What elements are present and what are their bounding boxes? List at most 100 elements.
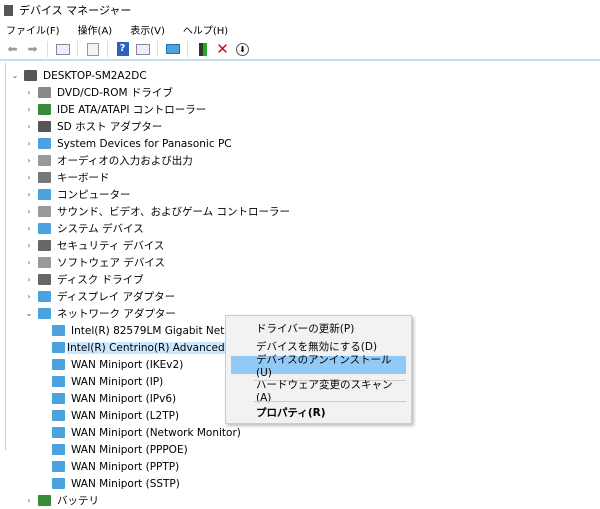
tree-category[interactable]: ⌄ ネットワーク アダプター bbox=[24, 305, 176, 322]
chevron-right-icon[interactable]: › bbox=[24, 190, 34, 199]
device-icon bbox=[38, 291, 51, 302]
network-adapter-item[interactable]: WAN Miniport (IP) bbox=[38, 373, 163, 390]
tree-item-label: ディスプレイ アダプター bbox=[57, 291, 176, 303]
device-icon bbox=[52, 410, 65, 421]
tree-item-label: SD ホスト アダプター bbox=[57, 121, 163, 133]
tree-item-label: WAN Miniport (PPTP) bbox=[71, 460, 180, 473]
chevron-right-icon[interactable]: › bbox=[24, 496, 34, 505]
menu-item-scan-hardware[interactable]: ハードウェア変更のスキャン(A) bbox=[231, 379, 406, 404]
chevron-down-icon[interactable]: ⌄ bbox=[10, 71, 20, 80]
chevron-right-icon[interactable]: › bbox=[24, 173, 34, 182]
network-adapter-item[interactable]: WAN Miniport (Network Monitor) bbox=[38, 424, 241, 441]
forward-icon[interactable]: ➡ bbox=[24, 41, 41, 57]
update-driver-icon[interactable] bbox=[194, 41, 211, 57]
menu-item-properties[interactable]: プロパティ(R) bbox=[231, 403, 406, 421]
device-icon bbox=[38, 104, 51, 115]
action-pane-icon[interactable] bbox=[134, 41, 151, 57]
tree-category[interactable]: › SD ホスト アダプター bbox=[24, 118, 162, 135]
help-icon[interactable]: ? bbox=[114, 41, 131, 57]
device-icon bbox=[38, 87, 51, 98]
tree-category[interactable]: › System Devices for Panasonic PC bbox=[24, 135, 231, 152]
network-adapter-item[interactable]: WAN Miniport (SSTP) bbox=[38, 475, 180, 492]
device-icon bbox=[52, 393, 65, 404]
tree-item-label: IDE ATA/ATAPI コントローラー bbox=[57, 104, 207, 116]
chevron-right-icon[interactable]: › bbox=[24, 241, 34, 250]
chevron-right-icon[interactable]: › bbox=[24, 292, 34, 301]
device-icon bbox=[38, 138, 51, 149]
tree-item-label: サウンド、ビデオ、およびゲーム コントローラー bbox=[57, 206, 290, 218]
tree-root[interactable]: ⌄ DESKTOP-SM2A2DC bbox=[10, 67, 147, 84]
tree-category[interactable]: › オーディオの入力および出力 bbox=[24, 152, 193, 169]
device-icon bbox=[38, 121, 51, 132]
tree-item-label: WAN Miniport (SSTP) bbox=[71, 477, 180, 490]
chevron-right-icon[interactable]: › bbox=[24, 207, 34, 216]
tree-item-label: バッテリ bbox=[57, 495, 99, 507]
device-icon bbox=[38, 223, 51, 234]
network-adapter-item[interactable]: WAN Miniport (IKEv2) bbox=[38, 356, 183, 373]
device-icon bbox=[38, 308, 51, 319]
device-icon bbox=[38, 257, 51, 268]
chevron-right-icon[interactable]: › bbox=[24, 88, 34, 97]
device-icon bbox=[38, 495, 51, 506]
network-adapter-item[interactable]: WAN Miniport (L2TP) bbox=[38, 407, 179, 424]
device-icon bbox=[52, 359, 65, 370]
tree-category[interactable]: › IDE ATA/ATAPI コントローラー bbox=[24, 101, 206, 118]
tree-item-label: WAN Miniport (IKEv2) bbox=[71, 358, 184, 371]
tree-category[interactable]: › ディスク ドライブ bbox=[24, 271, 144, 288]
tree-item-label: システム デバイス bbox=[57, 223, 144, 235]
tree-item-label: ソフトウェア デバイス bbox=[57, 257, 166, 269]
tree-category[interactable]: › ソフトウェア デバイス bbox=[24, 254, 165, 271]
device-icon bbox=[38, 172, 51, 183]
chevron-down-icon[interactable]: ⌄ bbox=[24, 309, 34, 318]
chevron-right-icon[interactable]: › bbox=[24, 224, 34, 233]
title-bar: デバイス マネージャー bbox=[0, 0, 600, 20]
tree-category[interactable]: › DVD/CD-ROM ドライブ bbox=[24, 84, 173, 101]
properties-icon[interactable] bbox=[84, 41, 101, 57]
menu-view[interactable]: 表示(V) bbox=[130, 22, 165, 37]
device-icon bbox=[38, 240, 51, 251]
device-icon bbox=[38, 189, 51, 200]
menu-item-update-driver[interactable]: ドライバーの更新(P) bbox=[231, 319, 406, 337]
tree-category[interactable]: › セキュリティ デバイス bbox=[24, 237, 164, 254]
device-icon bbox=[24, 70, 37, 81]
tree-item-label: DVD/CD-ROM ドライブ bbox=[57, 87, 173, 99]
network-adapter-item[interactable]: WAN Miniport (IPv6) bbox=[38, 390, 176, 407]
device-icon bbox=[52, 478, 65, 489]
tree-category[interactable]: › キーボード bbox=[24, 169, 110, 186]
tree-item-label: WAN Miniport (L2TP) bbox=[71, 409, 180, 422]
menu-item-uninstall-device[interactable]: デバイスのアンインストール(U) bbox=[231, 354, 406, 379]
tree-category[interactable]: › システム デバイス bbox=[24, 220, 144, 237]
device-icon bbox=[52, 342, 65, 353]
show-hide-tree-icon[interactable] bbox=[54, 41, 71, 57]
chevron-right-icon[interactable]: › bbox=[24, 122, 34, 131]
tree-category[interactable]: › バッテリ bbox=[24, 492, 99, 509]
back-icon[interactable]: ⬅ bbox=[4, 41, 21, 57]
device-icon bbox=[38, 206, 51, 217]
tree-category[interactable]: › コンピューター bbox=[24, 186, 131, 203]
tree-category[interactable]: › サウンド、ビデオ、およびゲーム コントローラー bbox=[24, 203, 290, 220]
tree-item-label: WAN Miniport (IPv6) bbox=[71, 392, 177, 405]
chevron-right-icon[interactable]: › bbox=[24, 275, 34, 284]
network-adapter-item[interactable]: WAN Miniport (PPTP) bbox=[38, 458, 179, 475]
monitor-icon[interactable] bbox=[164, 41, 181, 57]
menu-bar: ファイル(F) 操作(A) 表示(V) ヘルプ(H) bbox=[0, 20, 600, 39]
chevron-right-icon[interactable]: › bbox=[24, 156, 34, 165]
uninstall-icon[interactable]: ✕ bbox=[214, 40, 231, 58]
menu-help[interactable]: ヘルプ(H) bbox=[183, 22, 228, 37]
tree-item-label: WAN Miniport (Network Monitor) bbox=[71, 426, 241, 439]
tree-item-label: キーボード bbox=[57, 172, 110, 184]
menu-separator bbox=[254, 401, 406, 402]
tree-item-label: コンピューター bbox=[57, 189, 131, 201]
device-icon bbox=[52, 325, 65, 336]
chevron-right-icon[interactable]: › bbox=[24, 139, 34, 148]
disable-icon[interactable]: ⬇ bbox=[234, 41, 251, 57]
toolbar: ⬅ ➡ ? ✕ ⬇ bbox=[0, 39, 600, 61]
device-manager-icon bbox=[4, 4, 13, 16]
tree-category[interactable]: › ディスプレイ アダプター bbox=[24, 288, 175, 305]
chevron-right-icon[interactable]: › bbox=[24, 105, 34, 114]
menu-file[interactable]: ファイル(F) bbox=[6, 22, 60, 37]
device-icon bbox=[38, 274, 51, 285]
window-title: デバイス マネージャー bbox=[19, 4, 132, 17]
chevron-right-icon[interactable]: › bbox=[24, 258, 34, 267]
menu-action[interactable]: 操作(A) bbox=[78, 22, 113, 37]
